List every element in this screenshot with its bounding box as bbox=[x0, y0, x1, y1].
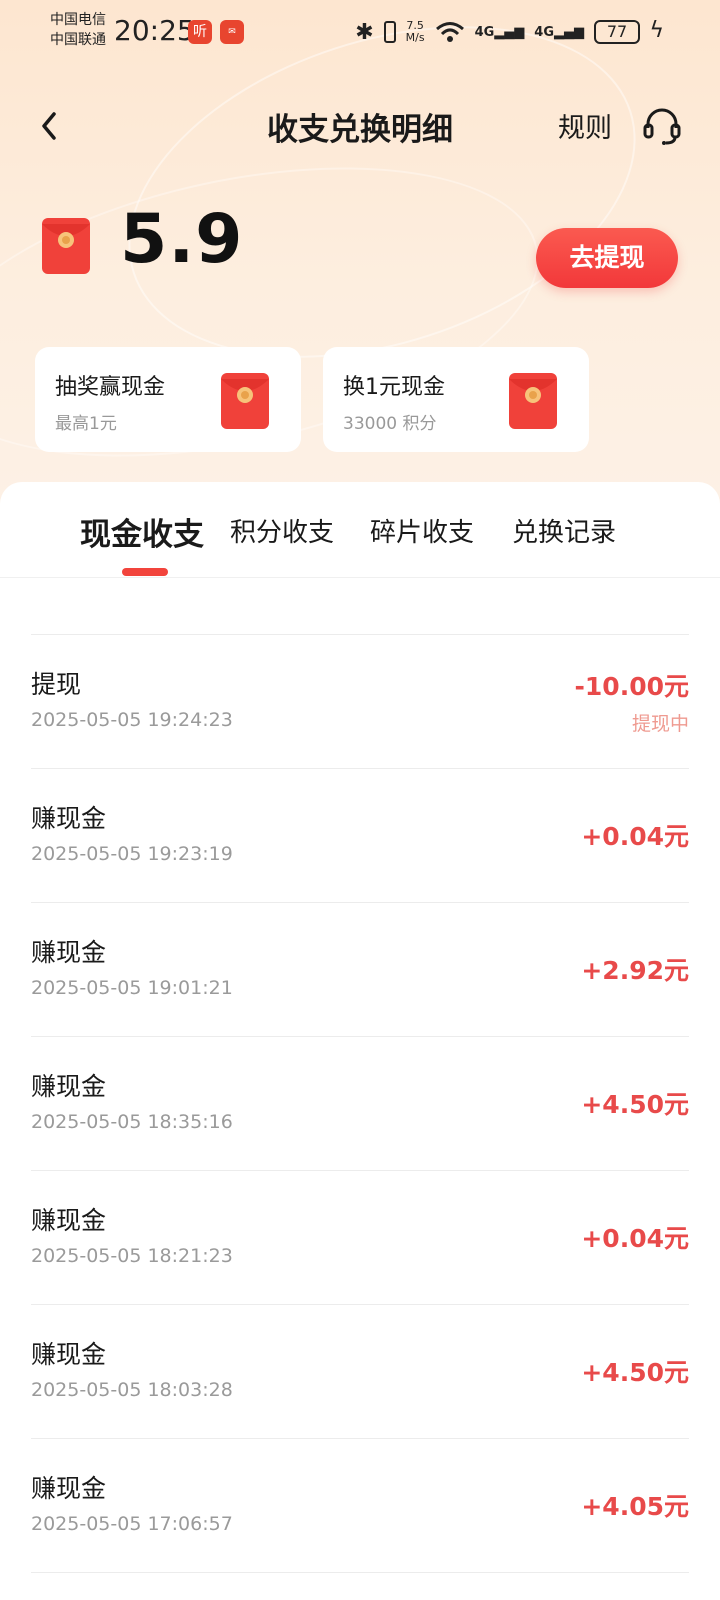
records-panel: 现金收支 积分收支 碎片收支 兑换记录 提现 2025-05-05 19:24:… bbox=[0, 482, 720, 1600]
tab-fragments[interactable]: 碎片收支 bbox=[370, 512, 474, 549]
record-title: 赚现金 bbox=[31, 1206, 107, 1235]
carrier-names: 中国电信 中国联通 bbox=[50, 10, 106, 50]
list-item[interactable]: 提现 2025-05-05 19:24:23 -10.00元 提现中 bbox=[31, 634, 689, 768]
red-envelope-icon bbox=[509, 373, 557, 429]
record-time: 2025-05-05 19:24:23 bbox=[31, 709, 233, 731]
record-title: 提现 bbox=[31, 670, 82, 699]
page-title: 收支兑换明细 bbox=[267, 112, 453, 148]
network-speed: 7.5 M/s bbox=[405, 19, 425, 44]
record-time: 2025-05-05 19:23:19 bbox=[31, 843, 233, 865]
record-amount: -10.00元 bbox=[574, 672, 689, 701]
carrier-1: 中国电信 bbox=[50, 12, 106, 28]
headset-icon bbox=[643, 108, 681, 145]
list-item[interactable]: 赚现金 2025-05-05 18:03:28 +4.50元 bbox=[31, 1304, 689, 1438]
record-title: 赚现金 bbox=[31, 1340, 107, 1369]
signal-4g-2-icon: 4G▂▄▆ bbox=[534, 24, 584, 40]
record-amount: +0.04元 bbox=[581, 1224, 689, 1253]
vibrate-icon bbox=[383, 21, 396, 43]
record-amount: +4.05元 bbox=[581, 1492, 689, 1521]
record-time: 2025-05-05 18:21:23 bbox=[31, 1245, 233, 1267]
exchange-cash-card[interactable]: 换1元现金 33000 积分 bbox=[323, 347, 589, 452]
status-bar: 中国电信 中国联通 20:25 听 ✉ ✱ 7.5 M/s 4G▂▄▆ 4G▂▄… bbox=[0, 0, 720, 66]
list-item[interactable]: 赚现金 2025-05-05 17:06:57 +4.05元 bbox=[31, 1438, 689, 1572]
red-envelope-icon bbox=[42, 218, 90, 274]
customer-service-button[interactable] bbox=[640, 104, 684, 148]
tab-bar: 现金收支 积分收支 碎片收支 兑换记录 bbox=[0, 482, 720, 578]
record-time: 2025-05-05 19:01:21 bbox=[31, 977, 233, 999]
charging-icon: ϟ bbox=[649, 18, 664, 43]
list-divider bbox=[31, 1572, 689, 1574]
record-amount: +0.04元 bbox=[581, 822, 689, 851]
list-item[interactable]: 赚现金 2025-05-05 18:21:23 +0.04元 bbox=[31, 1170, 689, 1304]
battery-indicator: 77 bbox=[594, 20, 640, 44]
listen-app-icon: 听 bbox=[188, 20, 212, 44]
record-time: 2025-05-05 17:06:57 bbox=[31, 1513, 233, 1535]
card-subtitle: 33000 积分 bbox=[343, 414, 437, 434]
tab-exchange-records[interactable]: 兑换记录 bbox=[512, 512, 616, 549]
transaction-list: 提现 2025-05-05 19:24:23 -10.00元 提现中 赚现金 2… bbox=[0, 634, 720, 1574]
lottery-card[interactable]: 抽奖赢现金 最高1元 bbox=[35, 347, 301, 452]
record-time: 2025-05-05 18:35:16 bbox=[31, 1111, 233, 1133]
record-amount: +4.50元 bbox=[581, 1358, 689, 1387]
signal-4g-1-icon: 4G▂▄▆ bbox=[474, 24, 525, 40]
rules-link[interactable]: 规则 bbox=[558, 106, 612, 145]
record-time: 2025-05-05 18:03:28 bbox=[31, 1379, 233, 1401]
list-item[interactable]: 赚现金 2025-05-05 19:01:21 +2.92元 bbox=[31, 902, 689, 1036]
record-title: 赚现金 bbox=[31, 1072, 107, 1101]
record-amount: +4.50元 bbox=[581, 1090, 689, 1119]
list-item[interactable]: 赚现金 2025-05-05 18:35:16 +4.50元 bbox=[31, 1036, 689, 1170]
withdraw-button[interactable]: 去提现 bbox=[536, 228, 678, 288]
card-title: 换1元现金 bbox=[343, 375, 445, 400]
status-time: 20:25 bbox=[114, 14, 195, 47]
list-item[interactable]: 赚现金 2025-05-05 19:23:19 +0.04元 bbox=[31, 768, 689, 902]
record-title: 赚现金 bbox=[31, 938, 107, 967]
page-header: 收支兑换明细 规则 bbox=[0, 96, 720, 156]
record-status: 提现中 bbox=[631, 713, 689, 735]
bluetooth-icon: ✱ bbox=[355, 19, 374, 45]
record-amount: +2.92元 bbox=[581, 956, 689, 985]
tab-points[interactable]: 积分收支 bbox=[230, 512, 334, 549]
wifi-icon bbox=[435, 22, 464, 42]
card-subtitle: 最高1元 bbox=[55, 414, 117, 434]
status-icons: ✱ 7.5 M/s 4G▂▄▆ 4G▂▄▆ 77 bbox=[355, 16, 664, 48]
card-title: 抽奖赢现金 bbox=[55, 375, 166, 400]
app-notification-icon: ✉ bbox=[220, 20, 244, 44]
tab-cash[interactable]: 现金收支 bbox=[80, 509, 204, 554]
red-envelope-icon bbox=[221, 373, 269, 429]
cash-balance: 5.9 bbox=[120, 200, 244, 279]
record-title: 赚现金 bbox=[31, 804, 107, 833]
active-tab-indicator bbox=[122, 568, 168, 576]
record-title: 赚现金 bbox=[31, 1474, 107, 1503]
carrier-2: 中国联通 bbox=[50, 32, 106, 48]
